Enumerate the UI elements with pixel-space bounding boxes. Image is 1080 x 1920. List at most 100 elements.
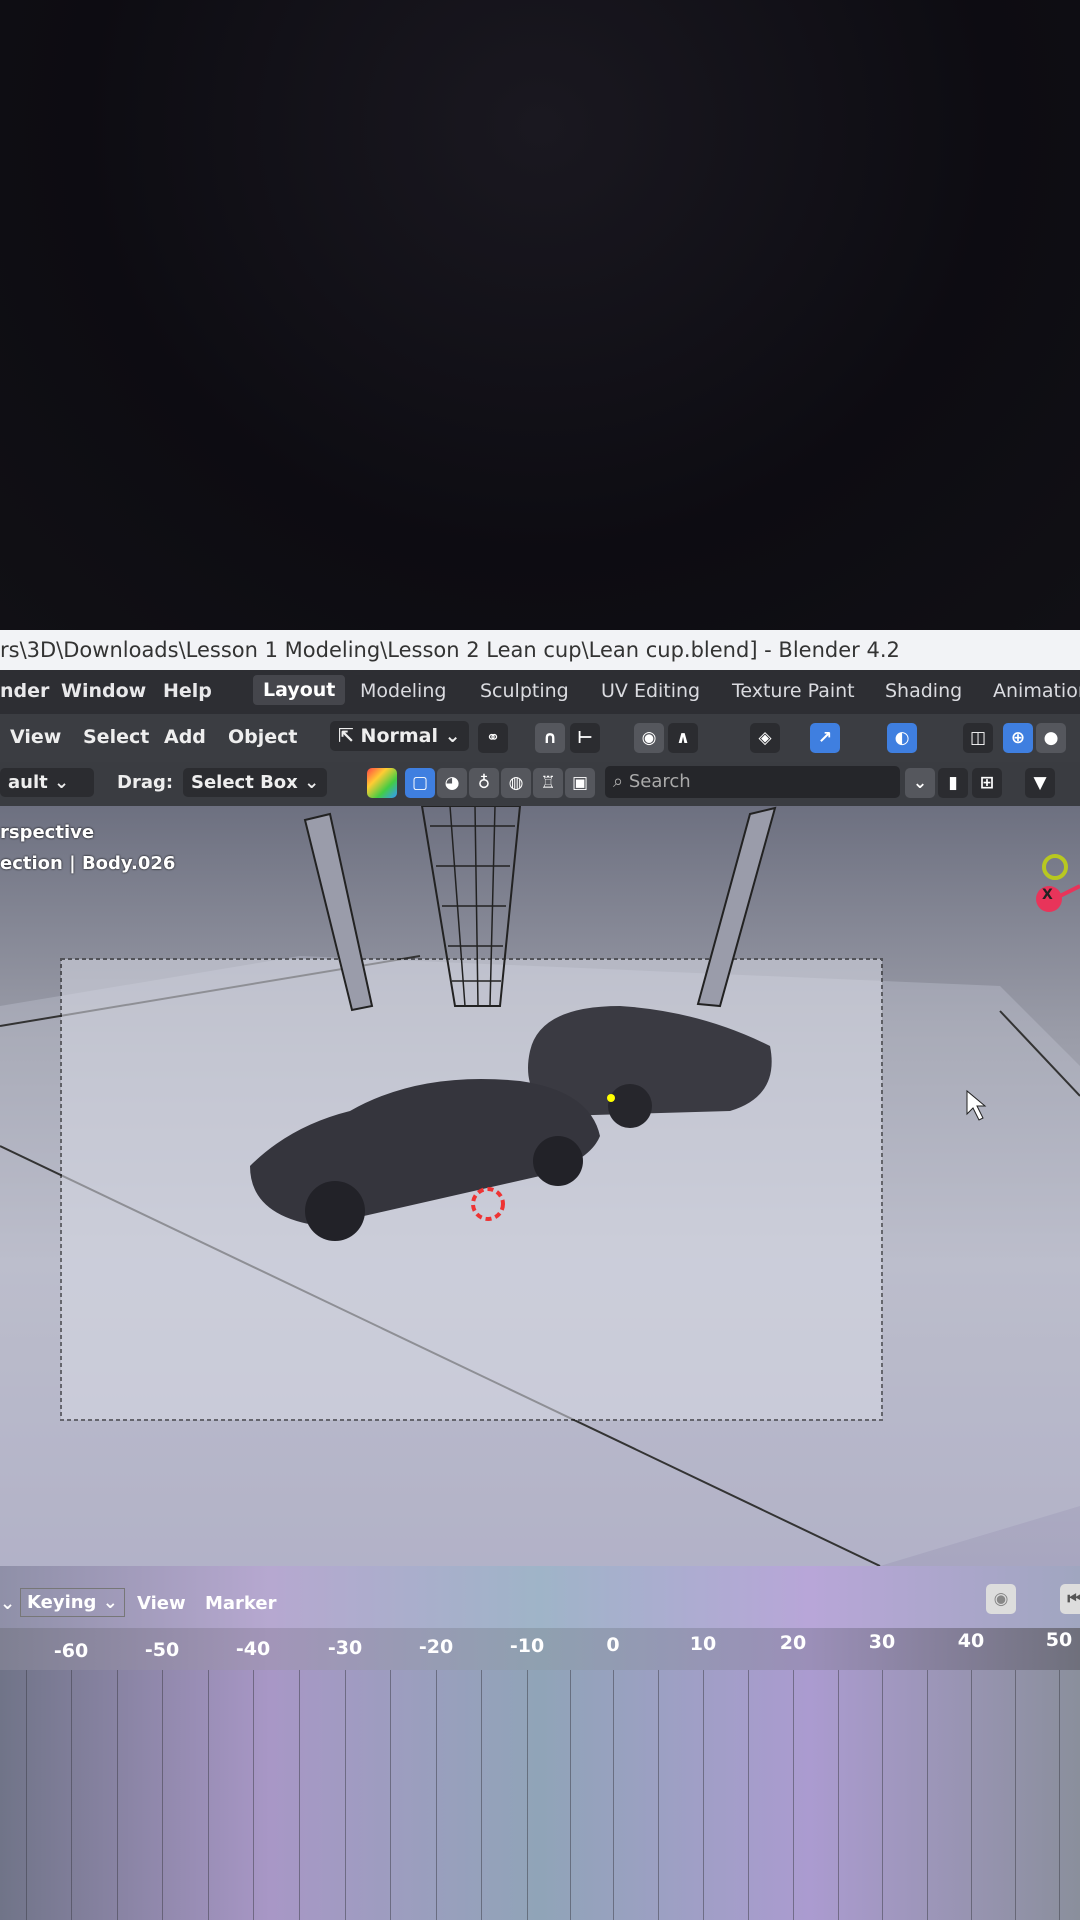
- frame-label: -50: [144, 1639, 180, 1661]
- search-placeholder: Search: [628, 771, 691, 792]
- frame-gridline: [162, 1670, 163, 1920]
- frame-label: 0: [606, 1634, 620, 1656]
- frame-gridline: [703, 1670, 704, 1920]
- frame-gridline: [117, 1670, 118, 1920]
- frame-label: 50: [1045, 1629, 1073, 1651]
- frame-label: -10: [509, 1635, 545, 1657]
- brush-filter-icon[interactable]: ♖: [533, 768, 563, 798]
- snap-icon[interactable]: ∩: [535, 723, 565, 753]
- keying-dropdown[interactable]: Keying ⌄: [20, 1588, 125, 1617]
- gizmo-x-line: [1059, 884, 1080, 898]
- frame-gridline: [436, 1670, 437, 1920]
- tab-uv-editing[interactable]: UV Editing: [601, 680, 700, 702]
- top-menu-bar: nder Window Help Layout Modeling Sculpti…: [0, 670, 1080, 714]
- mesh-filter-icon[interactable]: ◕: [437, 768, 467, 798]
- object-types-icon[interactable]: [367, 768, 397, 798]
- 3d-viewport[interactable]: X rspective ection | Body.026: [0, 806, 1080, 1566]
- menu-select[interactable]: Select: [83, 726, 149, 748]
- tab-layout[interactable]: Layout: [253, 675, 346, 705]
- collapse-icon[interactable]: ⌄: [905, 768, 935, 798]
- frame-gridline: [253, 1670, 254, 1920]
- frame-gridline: [570, 1670, 571, 1920]
- frame-gridline: [71, 1670, 72, 1920]
- frame-gridline: [748, 1670, 749, 1920]
- frame-gridline: [481, 1670, 482, 1920]
- frame-gridline: [658, 1670, 659, 1920]
- frame-label: 30: [868, 1631, 896, 1653]
- timeline-tracks[interactable]: [0, 1670, 1080, 1920]
- frame-label: -60: [53, 1640, 89, 1662]
- tab-texture-paint[interactable]: Texture Paint: [732, 680, 855, 702]
- frame-gridline: [390, 1670, 391, 1920]
- proportional-edit-icon[interactable]: ◉: [634, 723, 664, 753]
- frame-label: 20: [779, 1632, 807, 1654]
- window-title: rs\3D\Downloads\Lesson 1 Modeling\Lesson…: [0, 638, 900, 662]
- playback-dropdown[interactable]: ⌄: [0, 1593, 15, 1614]
- frame-gridline: [299, 1670, 300, 1920]
- frame-label: -30: [327, 1637, 363, 1659]
- menu-object[interactable]: Object: [228, 726, 298, 748]
- timeline-header: ⌄ Keying ⌄ View Marker ◉ ⏮: [0, 1566, 1080, 1628]
- frame-label: -40: [235, 1638, 271, 1660]
- falloff-icon[interactable]: ∧: [668, 723, 698, 753]
- solid-shading-icon[interactable]: ●: [1036, 723, 1066, 753]
- bookmark-icon[interactable]: ▮: [938, 768, 968, 798]
- transform-orientation-dropdown[interactable]: ⇱ Normal ⌄: [330, 721, 469, 751]
- tab-modeling[interactable]: Modeling: [360, 680, 446, 702]
- timeline-menu-view[interactable]: View: [137, 1593, 186, 1614]
- search-input[interactable]: ⌕ Search: [605, 766, 900, 798]
- frame-gridline: [971, 1670, 972, 1920]
- pivot-icon[interactable]: ⚭: [478, 723, 508, 753]
- world-filter-icon[interactable]: ◍: [501, 768, 531, 798]
- gizmo-y-axis[interactable]: [1042, 854, 1068, 880]
- window-title-bar: rs\3D\Downloads\Lesson 1 Modeling\Lesson…: [0, 630, 1080, 670]
- frame-label: 40: [957, 1630, 985, 1652]
- tab-animation[interactable]: Animation: [993, 680, 1080, 702]
- xray-icon[interactable]: ◫: [963, 723, 993, 753]
- frame-gridline: [1059, 1670, 1060, 1920]
- tab-shading[interactable]: Shading: [885, 680, 962, 702]
- collection-info: ection | Body.026: [0, 853, 176, 874]
- menu-window[interactable]: Window: [61, 680, 146, 702]
- menu-help[interactable]: Help: [163, 680, 212, 702]
- snap-target-icon[interactable]: ⊢: [570, 723, 600, 753]
- view-name: rspective: [0, 822, 95, 843]
- outliner-filter-icon[interactable]: ⊞: [972, 768, 1002, 798]
- transform-orientation-value: Normal: [360, 725, 439, 747]
- dark-background-above-monitor: [0, 0, 1080, 630]
- frame-gridline: [345, 1670, 346, 1920]
- origin-point: [607, 1094, 615, 1102]
- overlays-icon[interactable]: ◐: [887, 723, 917, 753]
- frame-gridline: [1015, 1670, 1016, 1920]
- frame-gridline: [208, 1670, 209, 1920]
- viewport-header: View Select Add Object ⇱ Normal ⌄ ⚭ ∩ ⊢ …: [0, 714, 1080, 762]
- gizmo-icon[interactable]: ↗: [810, 723, 840, 753]
- menu-view[interactable]: View: [10, 726, 61, 748]
- gizmo-x-label: X: [1042, 887, 1053, 903]
- frame-gridline: [613, 1670, 614, 1920]
- filter-icon[interactable]: ▼: [1025, 768, 1055, 798]
- menu-render[interactable]: nder: [0, 680, 49, 702]
- orientation-value: ault: [8, 772, 48, 793]
- timeline-menu-marker[interactable]: Marker: [205, 1593, 277, 1614]
- transform-icon: ⇱: [338, 725, 361, 747]
- orientation-dropdown[interactable]: ault ⌄: [0, 768, 94, 797]
- keying-label: Keying: [27, 1592, 97, 1613]
- frame-label: 10: [689, 1633, 717, 1655]
- tool-settings-bar: ault ⌄ Drag: Select Box ⌄ ▢ ◕ ♁ ◍ ♖ ▣ ⌕ …: [0, 762, 1080, 806]
- frame-gridline: [527, 1670, 528, 1920]
- visibility-icon[interactable]: ◈: [750, 723, 780, 753]
- select-box-icon[interactable]: ▢: [405, 768, 435, 798]
- jump-start-icon[interactable]: ⏮: [1060, 1584, 1080, 1614]
- wireframe-shading-icon[interactable]: ⊕: [1003, 723, 1033, 753]
- auto-keying-icon[interactable]: ◉: [986, 1584, 1016, 1614]
- tab-sculpting[interactable]: Sculpting: [480, 680, 569, 702]
- frame-gridline: [927, 1670, 928, 1920]
- frame-ruler[interactable]: -60 -50 -40 -30 -20 -10 0 10 20 30 40 50: [0, 1628, 1080, 1670]
- frame-gridline: [26, 1670, 27, 1920]
- camera-filter-icon[interactable]: ▣: [565, 768, 595, 798]
- frame-gridline: [838, 1670, 839, 1920]
- drag-dropdown[interactable]: Select Box ⌄: [183, 768, 328, 797]
- light-filter-icon[interactable]: ♁: [469, 768, 499, 798]
- menu-add[interactable]: Add: [164, 726, 206, 748]
